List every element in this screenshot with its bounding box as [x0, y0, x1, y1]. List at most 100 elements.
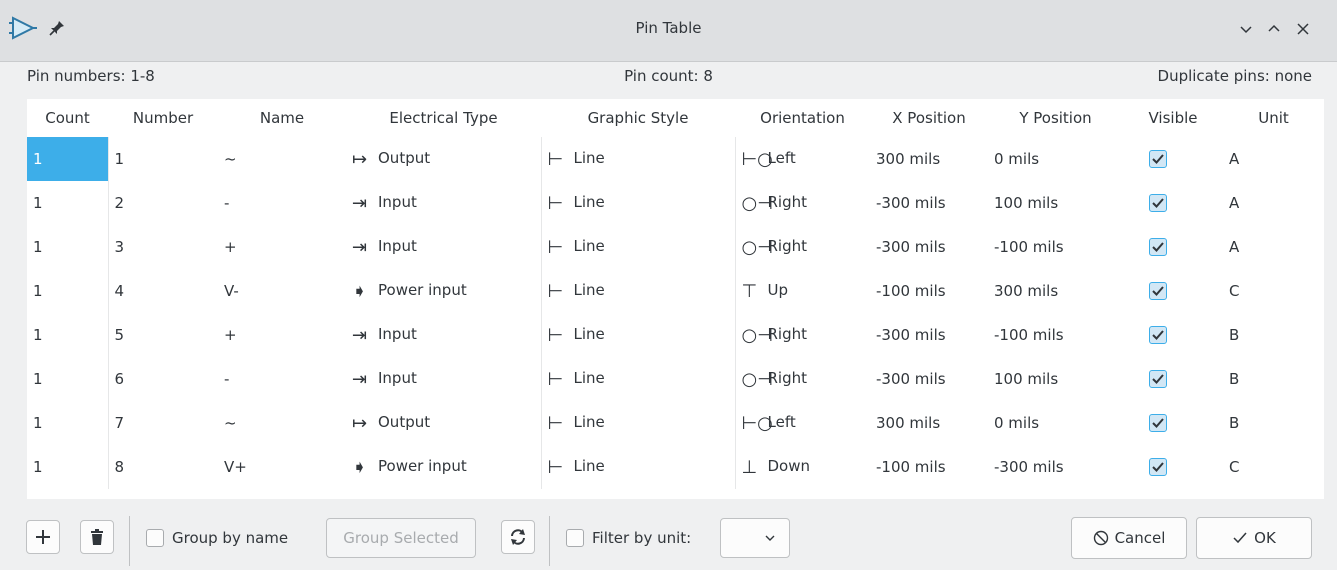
- cell-etype[interactable]: ⇥ Input: [346, 225, 542, 269]
- table-row[interactable]: 1 1 ~ ↦ Output ⊢ Line ⊢○Left 300 mils 0 mils A: [27, 137, 1324, 181]
- cell-unit[interactable]: A: [1223, 137, 1324, 181]
- cell-number[interactable]: 2: [108, 181, 218, 225]
- column-header-name[interactable]: Name: [218, 99, 346, 137]
- table-row[interactable]: 1 2- ⇥ Input ⊢ Line ○⊣Right -300 mils 100 mils A: [27, 181, 1324, 225]
- cell-orient[interactable]: ○⊣Right: [735, 225, 870, 269]
- cell-x[interactable]: -300 mils: [870, 313, 988, 357]
- cell-unit[interactable]: A: [1223, 225, 1324, 269]
- cell-unit[interactable]: C: [1223, 269, 1324, 313]
- ok-button[interactable]: OK: [1196, 517, 1312, 559]
- cell-style[interactable]: ⊢ Line: [541, 401, 736, 445]
- filter-by-unit-checkbox[interactable]: Filter by unit:: [566, 529, 691, 547]
- refresh-button[interactable]: [501, 520, 535, 554]
- cell-etype[interactable]: ⇥ Input: [346, 357, 542, 401]
- group-by-name-checkbox[interactable]: Group by name: [146, 529, 288, 547]
- delete-pin-button[interactable]: [80, 520, 114, 554]
- column-header-x-position[interactable]: X Position: [870, 99, 988, 137]
- cell-style[interactable]: ⊢ Line: [541, 181, 736, 225]
- cell-orient[interactable]: ○⊣Right: [735, 313, 870, 357]
- table-row[interactable]: 1 7 ~ ↦ Output ⊢ Line ⊢○Left 300 mils 0 mils B: [27, 401, 1324, 445]
- cell-count[interactable]: 1: [27, 181, 109, 225]
- cell-style[interactable]: ⊢ Line: [541, 445, 736, 489]
- cell-x[interactable]: 300 mils: [870, 137, 988, 181]
- cell-name[interactable]: ~: [218, 401, 346, 445]
- cell-y[interactable]: -100 mils: [988, 313, 1123, 357]
- cell-orient[interactable]: ⊤ Up: [735, 269, 870, 313]
- unit-filter-select[interactable]: [720, 518, 790, 558]
- cell-number[interactable]: 4: [108, 269, 218, 313]
- cell-etype[interactable]: ⇥ Input: [346, 181, 542, 225]
- column-header-orientation[interactable]: Orientation: [735, 99, 870, 137]
- cell-x[interactable]: 300 mils: [870, 401, 988, 445]
- pin-grid[interactable]: Count Number Name Electrical Type Graphi…: [27, 99, 1324, 499]
- cell-visible[interactable]: [1123, 181, 1223, 225]
- cell-style[interactable]: ⊢ Line: [541, 313, 736, 357]
- cell-y[interactable]: 0 mils: [988, 137, 1123, 181]
- cell-orient[interactable]: ○⊣Right: [735, 181, 870, 225]
- cell-visible[interactable]: [1123, 137, 1223, 181]
- cell-etype[interactable]: ↦ Output: [346, 137, 542, 181]
- checkbox-box[interactable]: [146, 529, 164, 547]
- cell-orient[interactable]: ⊢○Left: [735, 401, 870, 445]
- cell-orient[interactable]: ⊥ Down: [735, 445, 870, 489]
- cell-number[interactable]: 1: [108, 137, 218, 181]
- cell-style[interactable]: ⊢ Line: [541, 137, 736, 181]
- cancel-button[interactable]: Cancel: [1071, 517, 1187, 559]
- cell-number[interactable]: 6: [108, 357, 218, 401]
- visible-checkbox[interactable]: [1149, 194, 1167, 213]
- table-row[interactable]: 1 3 + ⇥ Input ⊢ Line ○⊣Right -300 mils -100 mils A: [27, 225, 1324, 269]
- visible-checkbox[interactable]: [1149, 238, 1167, 257]
- table-row[interactable]: 1 6- ⇥ Input ⊢ Line ○⊣Right -300 mils 100 mils B: [27, 357, 1324, 401]
- cell-visible[interactable]: [1123, 313, 1223, 357]
- visible-checkbox[interactable]: [1149, 414, 1167, 433]
- cell-count[interactable]: 1: [27, 313, 109, 357]
- cell-orient[interactable]: ○⊣Right: [735, 357, 870, 401]
- cell-style[interactable]: ⊢ Line: [541, 269, 736, 313]
- cell-unit[interactable]: A: [1223, 181, 1324, 225]
- visible-checkbox[interactable]: [1149, 370, 1167, 389]
- cell-unit[interactable]: B: [1223, 357, 1324, 401]
- cell-visible[interactable]: [1123, 401, 1223, 445]
- column-header-graphic-style[interactable]: Graphic Style: [541, 99, 735, 137]
- cell-count[interactable]: 1: [27, 225, 109, 269]
- cell-unit[interactable]: C: [1223, 445, 1324, 489]
- visible-checkbox[interactable]: [1149, 150, 1167, 169]
- cell-count[interactable]: 1: [27, 137, 109, 181]
- checkbox-box[interactable]: [566, 529, 584, 547]
- table-row[interactable]: 1 8 V+ ➧ Power input ⊢ Line ⊥ Down -100 mils -300 …: [27, 445, 1324, 489]
- cell-x[interactable]: -300 mils: [870, 181, 988, 225]
- cell-etype[interactable]: ⇥ Input: [346, 313, 542, 357]
- column-header-unit[interactable]: Unit: [1223, 99, 1324, 137]
- cell-x[interactable]: -100 mils: [870, 269, 988, 313]
- cell-name[interactable]: +: [218, 225, 346, 269]
- cell-x[interactable]: -300 mils: [870, 357, 988, 401]
- column-header-electrical-type[interactable]: Electrical Type: [346, 99, 541, 137]
- cell-y[interactable]: 0 mils: [988, 401, 1123, 445]
- cell-count[interactable]: 1: [27, 401, 109, 445]
- cell-etype[interactable]: ↦ Output: [346, 401, 542, 445]
- chevron-down-icon[interactable]: [1237, 20, 1255, 38]
- cell-name[interactable]: -: [218, 357, 346, 401]
- close-icon[interactable]: [1294, 20, 1312, 38]
- cell-name[interactable]: V-: [218, 269, 346, 313]
- visible-checkbox[interactable]: [1149, 458, 1167, 477]
- cell-unit[interactable]: B: [1223, 401, 1324, 445]
- add-pin-button[interactable]: [26, 520, 60, 554]
- cell-style[interactable]: ⊢ Line: [541, 357, 736, 401]
- column-header-visible[interactable]: Visible: [1123, 99, 1223, 137]
- group-selected-button[interactable]: Group Selected: [326, 518, 476, 558]
- cell-y[interactable]: 300 mils: [988, 269, 1123, 313]
- cell-unit[interactable]: B: [1223, 313, 1324, 357]
- cell-count[interactable]: 1: [27, 357, 109, 401]
- cell-name[interactable]: +: [218, 313, 346, 357]
- cell-x[interactable]: -100 mils: [870, 445, 988, 489]
- column-header-count[interactable]: Count: [27, 99, 108, 137]
- visible-checkbox[interactable]: [1149, 326, 1167, 345]
- cell-y[interactable]: 100 mils: [988, 181, 1123, 225]
- cell-y[interactable]: 100 mils: [988, 357, 1123, 401]
- cell-visible[interactable]: [1123, 445, 1223, 489]
- chevron-up-icon[interactable]: [1265, 20, 1283, 38]
- cell-orient[interactable]: ⊢○Left: [735, 137, 870, 181]
- cell-number[interactable]: 5: [108, 313, 218, 357]
- cell-y[interactable]: -100 mils: [988, 225, 1123, 269]
